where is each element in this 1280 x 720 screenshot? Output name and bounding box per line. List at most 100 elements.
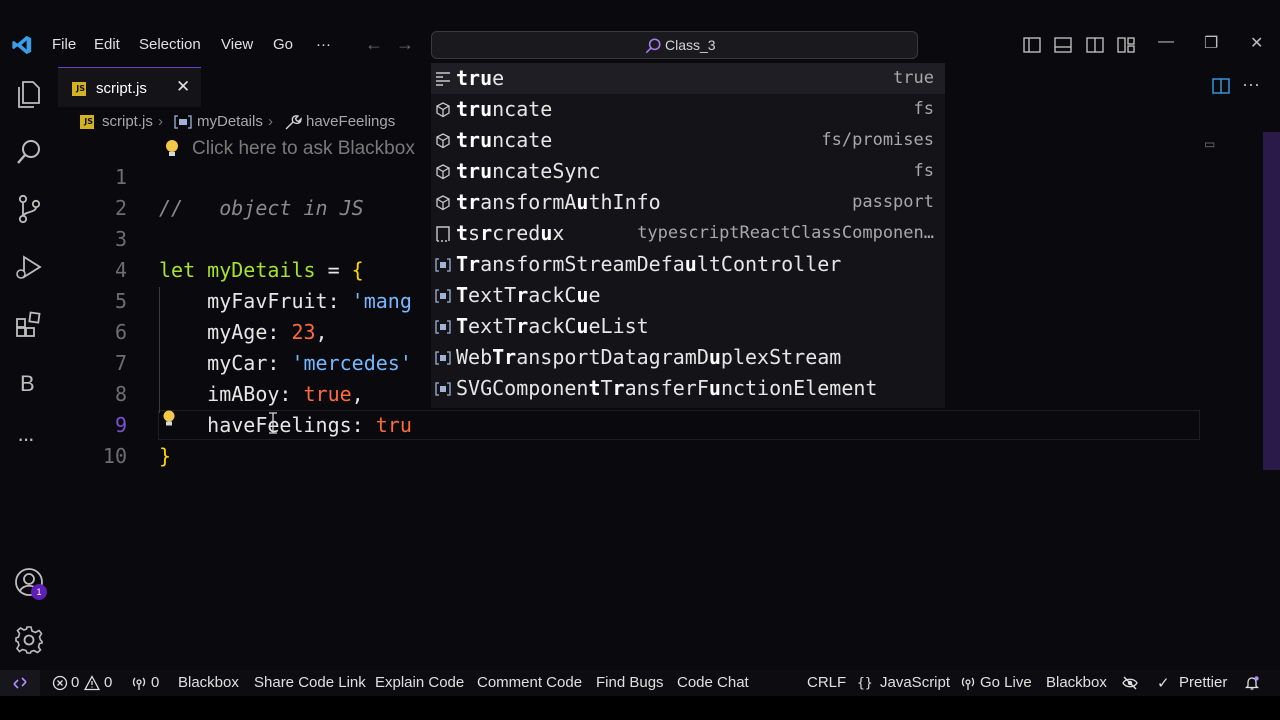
suggestion-detail: fs [913,99,934,119]
suggestion-label: TextTrackCue [456,283,601,307]
suggestion-detail: true [893,68,934,88]
more-actions-icon[interactable]: ··· [1242,74,1260,95]
suggestion-item[interactable]: TransformStreamDefaultController [431,249,945,280]
search-icon [645,38,661,54]
snippet-icon [434,225,452,243]
code-line[interactable]: } [159,444,171,468]
suggestion-item[interactable]: transformAuthInfo passport [431,187,945,218]
menu-selection[interactable]: Selection [139,36,201,53]
suggestion-item[interactable]: truncateSync fs [431,156,945,187]
scrollbar[interactable] [1263,132,1280,470]
suggest-widget[interactable]: true true truncate fs truncate fs/promises tru… [431,63,945,408]
code-line[interactable]: imABoy: true, [159,382,364,406]
explain-code[interactable]: Explain Code [375,674,464,691]
code-chat[interactable]: Code Chat [677,674,749,691]
variable-icon [434,256,452,274]
toggle-primary-sidebar-icon[interactable] [1023,36,1041,54]
bottom-strip [0,696,1280,720]
share-code-link[interactable]: Share Code Link [254,674,366,691]
settings-gear-icon[interactable] [13,624,45,656]
ports-count[interactable]: 0 [151,674,159,691]
back-arrow-icon[interactable]: ← [365,34,383,55]
tab-script-js[interactable]: JS script.js ✕ [58,67,201,107]
suggestion-detail: typescriptReactClassComponen… [637,223,934,243]
braces-icon: {} [857,676,873,691]
more-icon[interactable]: ··· [17,426,35,452]
suggestion-item[interactable]: WebTransportDatagramDuplexStream [431,342,945,373]
run-debug-icon[interactable] [13,251,45,283]
toggle-secondary-sidebar-icon[interactable] [1086,36,1104,54]
text-cursor-icon [269,412,277,434]
language-mode[interactable]: JavaScript [880,674,950,691]
blackbox-b-icon[interactable]: B [20,371,35,397]
suggestion-detail: fs [913,161,934,181]
customize-layout-icon[interactable] [1117,36,1135,54]
tab-label: script.js [96,80,147,97]
chevron-right-icon: › [158,113,163,130]
toggle-panel-icon[interactable] [1054,36,1072,54]
check-double-icon: ✓ [1157,675,1170,692]
explorer-icon[interactable] [13,78,45,110]
eye-off-icon[interactable] [1122,675,1138,691]
suggestion-label: truncateSync [456,159,601,183]
close-tab-icon[interactable]: ✕ [176,77,190,97]
end-of-line[interactable]: CRLF [807,674,846,691]
split-editor-icon[interactable] [1212,77,1230,95]
variable-icon [434,287,452,305]
minimize-icon[interactable]: — [1158,33,1174,51]
code-line[interactable]: haveFeelings: tru [159,413,412,437]
code-line[interactable]: myAge: 23, [159,320,327,344]
js-file-icon: JS [80,115,94,129]
code-action-lightbulb-icon[interactable] [160,409,178,429]
extensions-icon[interactable] [13,309,45,341]
breadcrumb-file[interactable]: script.js [102,113,153,130]
search-icon[interactable] [13,136,45,168]
breadcrumb-symbol[interactable]: myDetails [197,113,263,130]
forward-arrow-icon[interactable]: → [396,34,414,55]
module-icon [434,194,452,212]
ports-broadcast-icon[interactable] [131,675,147,691]
menu-edit[interactable]: Edit [94,36,120,53]
module-icon [434,101,452,119]
notifications-bell-icon[interactable] [1244,675,1260,691]
go-live-broadcast-icon [961,677,975,690]
warning-icon[interactable] [84,675,100,691]
menu-file[interactable]: File [52,36,76,53]
suggestion-label: true [456,66,505,90]
close-window-icon[interactable]: ✕ [1250,33,1263,53]
suggestion-item[interactable]: truncate fs/promises [431,125,945,156]
prettier[interactable]: Prettier [1179,674,1227,691]
code-line[interactable]: myFavFruit: 'mang [159,289,412,313]
suggestion-item[interactable]: TextTrackCue [431,280,945,311]
suggestion-item[interactable]: truncate fs [431,94,945,125]
code-line[interactable]: // object in JS [159,196,364,220]
status-blackbox-right[interactable]: Blackbox [1046,674,1107,691]
remote-indicator[interactable] [0,670,40,696]
error-icon[interactable] [52,675,68,691]
suggestion-item[interactable]: true true [431,63,945,94]
suggestion-item[interactable]: SVGComponentTransferFunctionElement [431,373,945,404]
code-line[interactable]: let myDetails = { [159,258,364,282]
comment-code[interactable]: Comment Code [477,674,582,691]
error-count[interactable]: 0 [71,674,79,691]
suggestion-label: TextTrackCueList [456,314,649,338]
status-bar: 0 0 0 Blackbox Share Code Link Explain C… [0,670,1280,696]
go-live[interactable]: Go Live [980,674,1032,691]
warning-count[interactable]: 0 [104,674,112,691]
menu-more[interactable]: ··· [316,36,331,53]
code-line[interactable]: myCar: 'mercedes' [159,351,412,375]
menu-go[interactable]: Go [273,36,293,53]
restore-icon[interactable]: ❐ [1204,33,1218,53]
account-badge: 1 [31,584,47,600]
menu-view[interactable]: View [221,36,253,53]
status-blackbox[interactable]: Blackbox [178,674,239,691]
suggestion-detail: passport [852,192,934,212]
breadcrumb-property[interactable]: haveFeelings [306,113,395,130]
variable-icon [434,380,452,398]
suggestion-item[interactable]: TextTrackCueList [431,311,945,342]
command-center[interactable]: Class_3 [431,31,918,59]
suggestion-item[interactable]: tsrcredux typescriptReactClassComponen… [431,218,945,249]
command-center-label: Class_3 [665,37,716,53]
find-bugs[interactable]: Find Bugs [596,674,664,691]
source-control-icon[interactable] [13,193,45,225]
